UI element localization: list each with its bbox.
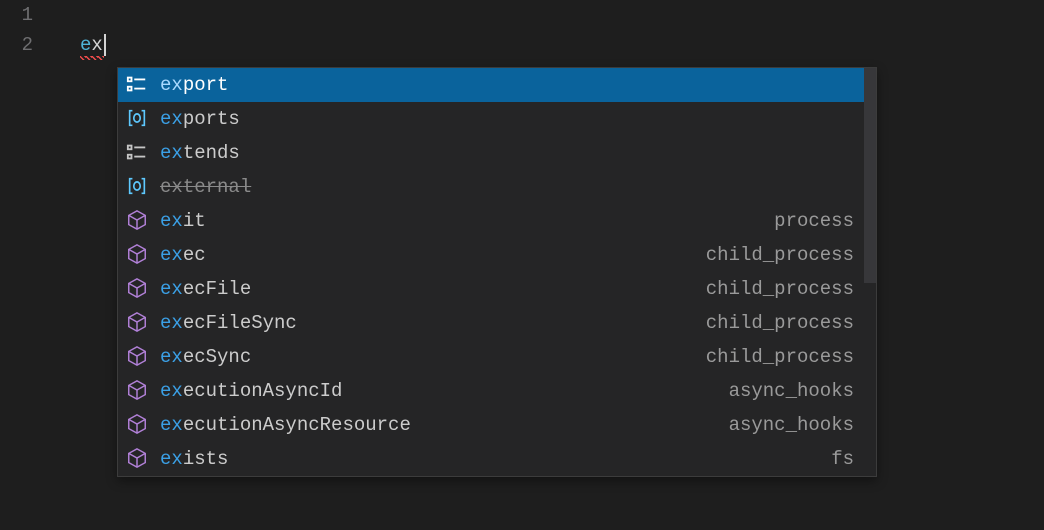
suggestion-label: exec bbox=[160, 244, 206, 266]
suggestion-label: extends bbox=[160, 142, 240, 164]
autocomplete-popup[interactable]: export exports extends external exit proc… bbox=[117, 67, 877, 477]
suggestion-source: child_process bbox=[706, 278, 854, 300]
keyword-icon bbox=[126, 141, 150, 165]
suggestion-item[interactable]: export bbox=[118, 68, 864, 102]
suggestion-label: executionAsyncId bbox=[160, 380, 342, 402]
keyword-icon bbox=[126, 73, 150, 97]
suggestion-item[interactable]: external bbox=[118, 170, 864, 204]
method-icon bbox=[126, 243, 150, 267]
suggestion-label: executionAsyncResource bbox=[160, 414, 411, 436]
code-editor[interactable]: 1 2 ex export exports extends bbox=[0, 0, 1044, 530]
method-icon bbox=[126, 447, 150, 471]
suggestion-label: execSync bbox=[160, 346, 251, 368]
editor-lines[interactable]: ex bbox=[80, 0, 1044, 60]
suggestion-label: execFile bbox=[160, 278, 251, 300]
text-cursor bbox=[104, 34, 106, 56]
suggestion-label: exists bbox=[160, 448, 228, 470]
method-icon bbox=[126, 345, 150, 369]
variable-icon bbox=[126, 175, 150, 199]
suggestion-label: exports bbox=[160, 108, 240, 130]
suggestion-label: external bbox=[160, 176, 251, 198]
code-line[interactable]: ex bbox=[80, 30, 1044, 60]
line-gutter: 1 2 bbox=[0, 0, 55, 530]
typed-text: e bbox=[80, 34, 91, 56]
suggestion-item[interactable]: exit process bbox=[118, 204, 864, 238]
method-icon bbox=[126, 413, 150, 437]
suggestion-source: child_process bbox=[706, 244, 854, 266]
suggestion-item[interactable]: extends bbox=[118, 136, 864, 170]
suggestion-item[interactable]: execFile child_process bbox=[118, 272, 864, 306]
suggestion-label: execFileSync bbox=[160, 312, 297, 334]
suggestion-source: fs bbox=[831, 448, 854, 470]
suggestion-source: async_hooks bbox=[729, 380, 854, 402]
suggestion-source: child_process bbox=[706, 346, 854, 368]
method-icon bbox=[126, 311, 150, 335]
suggestion-item[interactable]: exists fs bbox=[118, 442, 864, 476]
suggestion-source: process bbox=[774, 210, 854, 232]
suggestion-source: child_process bbox=[706, 312, 854, 334]
suggestion-item[interactable]: exports bbox=[118, 102, 864, 136]
suggestion-item[interactable]: executionAsyncId async_hooks bbox=[118, 374, 864, 408]
suggestion-source: async_hooks bbox=[729, 414, 854, 436]
code-line[interactable] bbox=[80, 0, 1044, 30]
suggestion-label: export bbox=[160, 74, 228, 96]
suggestion-list[interactable]: export exports extends external exit proc… bbox=[118, 68, 876, 476]
variable-icon bbox=[126, 107, 150, 131]
suggestion-item[interactable]: executionAsyncResource async_hooks bbox=[118, 408, 864, 442]
scrollbar-thumb[interactable] bbox=[864, 68, 876, 283]
method-icon bbox=[126, 209, 150, 233]
error-underline bbox=[80, 56, 104, 60]
suggestion-item[interactable]: execSync child_process bbox=[118, 340, 864, 374]
method-icon bbox=[126, 277, 150, 301]
typed-text: x bbox=[91, 34, 102, 56]
suggestion-item[interactable]: exec child_process bbox=[118, 238, 864, 272]
method-icon bbox=[126, 379, 150, 403]
suggestion-item[interactable]: execFileSync child_process bbox=[118, 306, 864, 340]
suggestion-label: exit bbox=[160, 210, 206, 232]
line-number: 1 bbox=[0, 0, 55, 30]
line-number: 2 bbox=[0, 30, 55, 60]
